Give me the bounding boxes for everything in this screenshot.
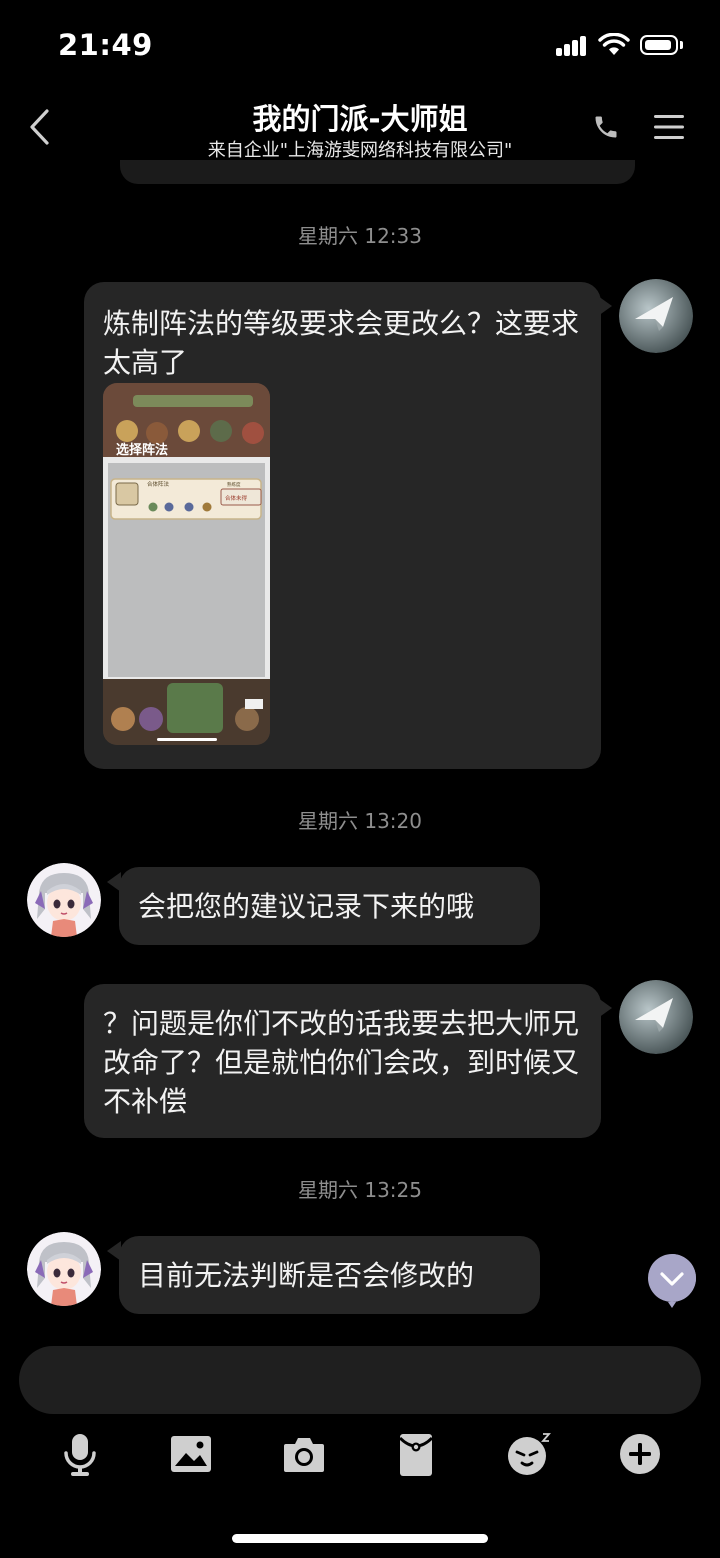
image-attachment[interactable]: 选择阵法 合体阵法 熟练度 合体未得 <box>103 383 270 745</box>
phone-icon[interactable] <box>592 113 620 141</box>
cellular-signal-icon <box>556 36 588 58</box>
bubble-tail <box>598 296 612 316</box>
bubble-tail <box>598 998 612 1018</box>
emoji-icon[interactable] <box>505 1430 553 1478</box>
scroll-to-bottom-button[interactable] <box>646 1252 698 1310</box>
thumb-card-stamp: 合体未得 <box>225 494 248 502</box>
timestamp: 星期六 13:20 <box>298 809 422 833</box>
battery-tip <box>680 41 683 49</box>
message-text: 目前无法判断是否会修改的 <box>138 1259 475 1292</box>
message-input[interactable] <box>19 1346 701 1414</box>
incoming-message-bubble[interactable]: 会把您的建议记录下来的哦 <box>119 867 540 945</box>
message-text: ？问题是你们不改的话我要去把大师兄改命了？但是就怕你们会改，到时候又不补偿 <box>103 1007 580 1118</box>
thumb-card-skill: 熟练度 <box>227 481 241 488</box>
outgoing-message-bubble[interactable]: ？问题是你们不改的话我要去把大师兄改命了？但是就怕你们会改，到时候又不补偿 <box>84 984 601 1138</box>
red-packet-icon[interactable] <box>392 1430 440 1478</box>
thumb-title: 选择阵法 <box>116 442 168 458</box>
timestamp: 星期六 13:25 <box>298 1178 422 1202</box>
my-avatar[interactable] <box>619 980 693 1054</box>
home-indicator <box>232 1534 488 1543</box>
status-time: 21:49 <box>58 28 153 62</box>
my-avatar[interactable] <box>619 279 693 353</box>
timestamp: 星期六 12:33 <box>298 224 422 248</box>
battery-icon <box>640 35 678 55</box>
incoming-message-bubble[interactable]: 目前无法判断是否会修改的 <box>119 1236 540 1314</box>
camera-icon[interactable] <box>280 1430 328 1478</box>
menu-icon[interactable] <box>654 114 684 140</box>
wifi-icon <box>598 33 630 55</box>
plus-icon[interactable] <box>616 1430 664 1478</box>
image-icon[interactable] <box>167 1430 215 1478</box>
agent-avatar[interactable] <box>27 863 101 937</box>
game-screenshot-thumbnail: 选择阵法 合体阵法 熟练度 合体未得 <box>103 383 270 745</box>
agent-avatar[interactable] <box>27 1232 101 1306</box>
previous-message-card <box>120 160 635 184</box>
thumb-card-label: 合体阵法 <box>147 480 170 488</box>
microphone-icon[interactable] <box>56 1430 104 1478</box>
message-text: 炼制阵法的等级要求会更改么？这要求太高了 <box>103 307 580 379</box>
message-text: 会把您的建议记录下来的哦 <box>138 890 475 923</box>
